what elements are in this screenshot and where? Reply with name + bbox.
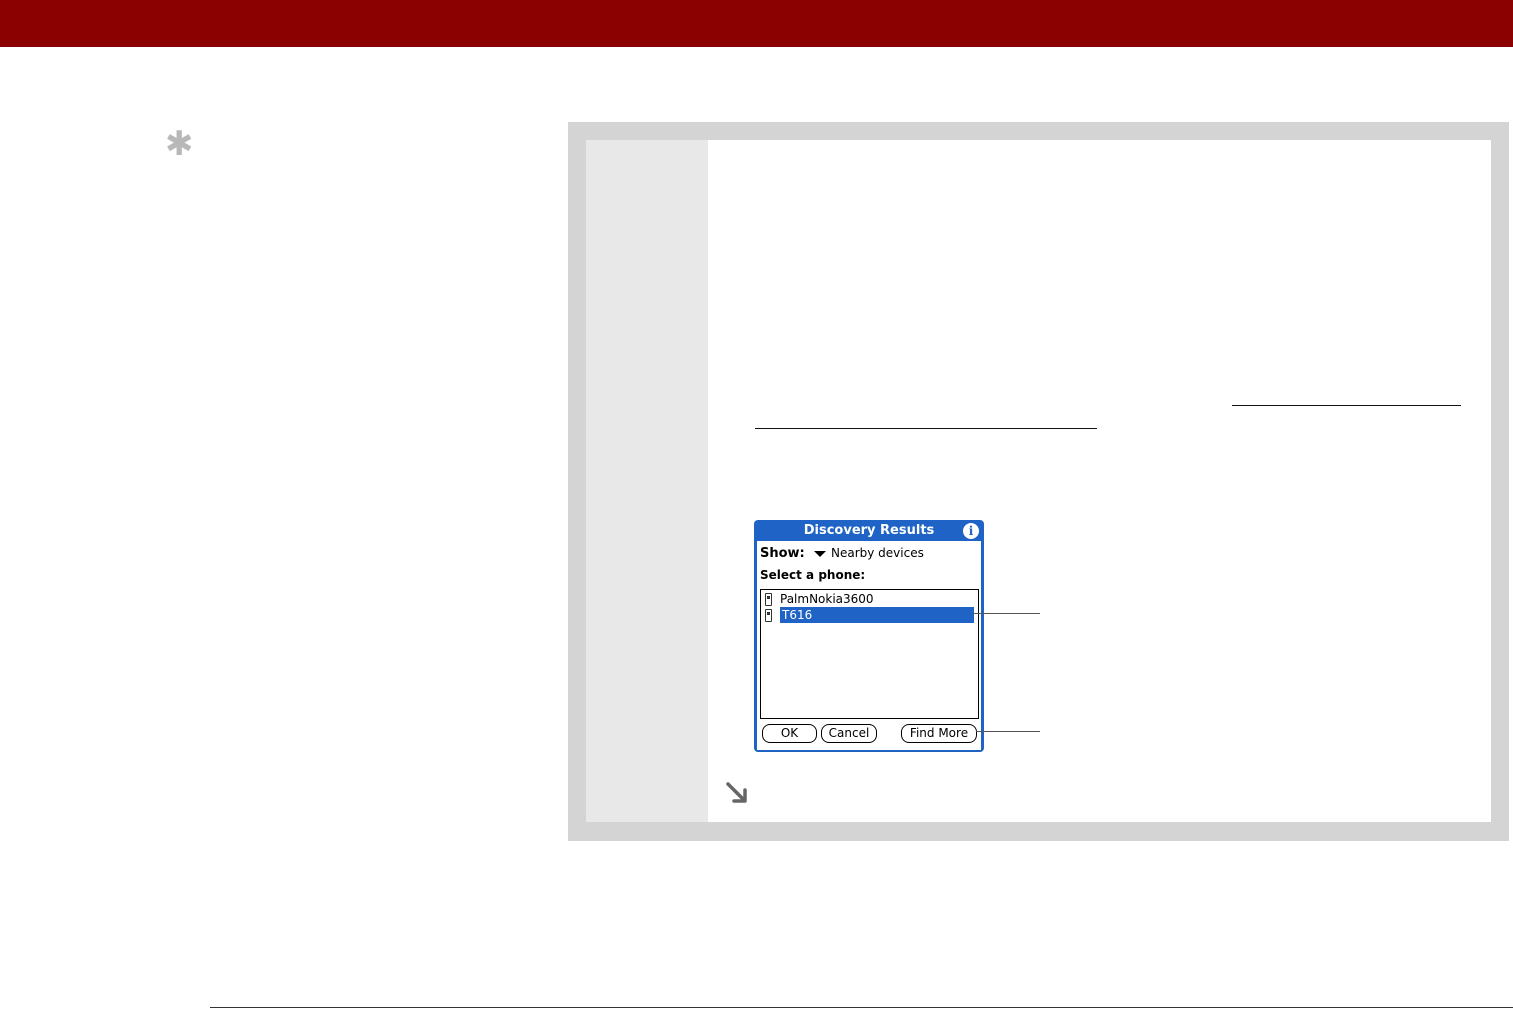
step-number-column <box>586 140 708 822</box>
continue-arrow-icon <box>726 782 747 803</box>
device-name: PalmNokia3600 <box>780 592 874 606</box>
chevron-down-icon[interactable] <box>814 551 826 557</box>
cross-reference-link[interactable] <box>1232 405 1461 406</box>
show-dropdown-value[interactable]: Nearby devices <box>831 546 924 560</box>
footer-rule <box>210 1007 1513 1008</box>
asterisk-icon: ✱ <box>165 124 194 164</box>
list-item-selected[interactable]: T616 <box>761 607 978 623</box>
select-phone-label: Select a phone: <box>760 568 866 582</box>
dialog-title: Discovery Results <box>803 523 935 538</box>
callout-line-find-more <box>976 731 1040 732</box>
phone-icon <box>765 593 772 606</box>
phone-icon <box>765 609 772 622</box>
find-more-button[interactable]: Find More <box>901 724 977 743</box>
header-bar <box>0 0 1513 47</box>
show-label: Show: <box>760 546 805 561</box>
cross-reference-link-continued[interactable] <box>755 428 1097 429</box>
callout-line-selected-phone <box>972 613 1040 614</box>
device-name: T616 <box>780 607 974 623</box>
info-icon[interactable]: i <box>963 523 979 539</box>
device-list[interactable]: PalmNokia3600 T616 <box>760 589 979 719</box>
ok-button[interactable]: OK <box>762 724 817 743</box>
list-item[interactable]: PalmNokia3600 <box>761 591 978 607</box>
cancel-button[interactable]: Cancel <box>821 724 877 743</box>
